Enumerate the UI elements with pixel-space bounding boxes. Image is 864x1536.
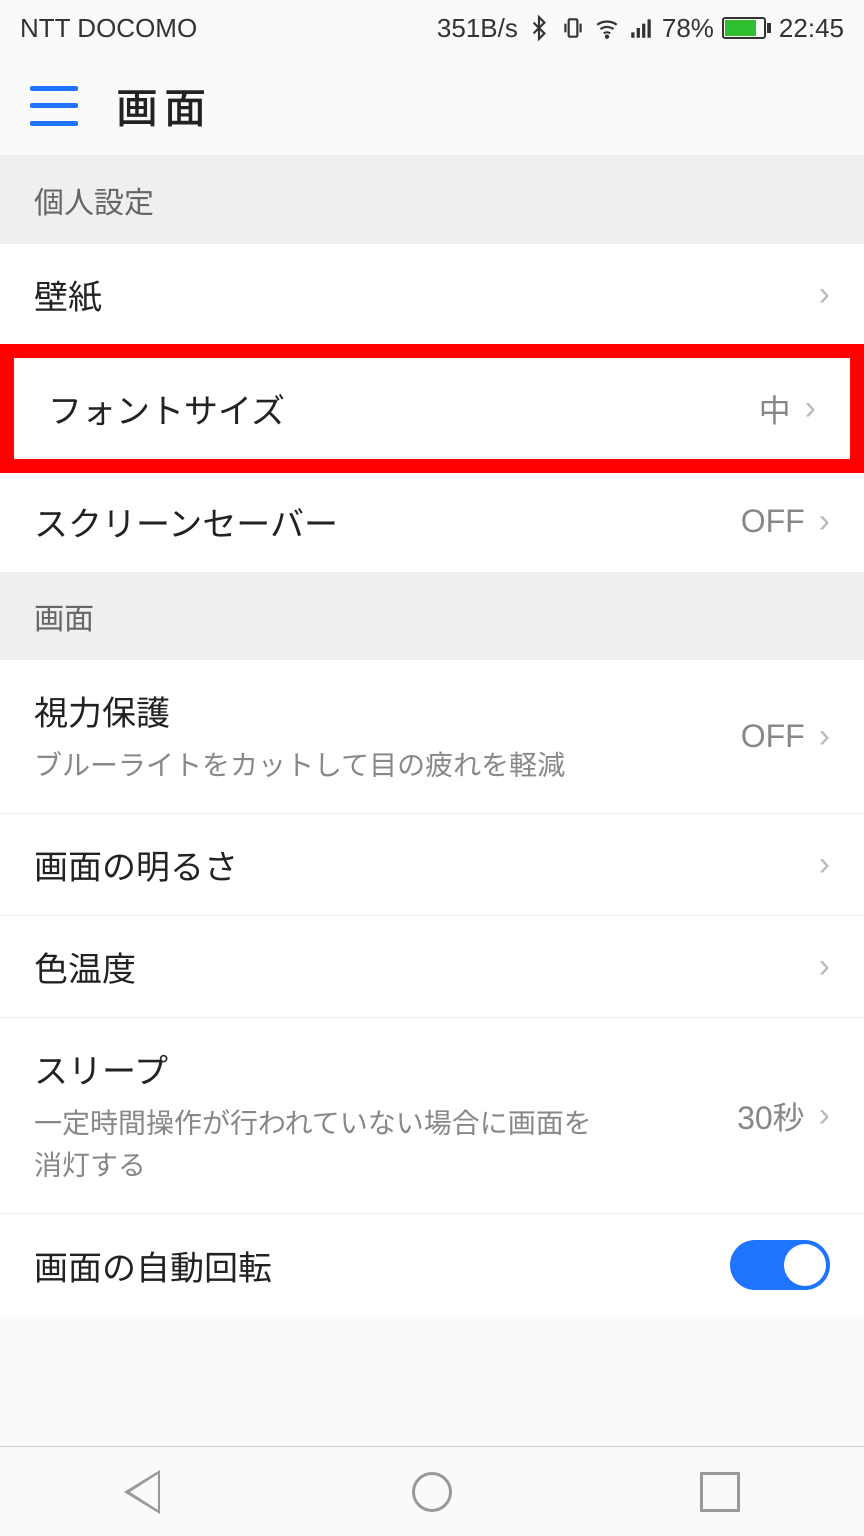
row-title: スクリーンセーバー (34, 497, 741, 546)
list-personal: 壁紙 › フォントサイズ 中 › スクリーンセーバー OFF › (0, 244, 864, 572)
row-value: OFF (741, 503, 805, 540)
section-header-personal: 個人設定 (0, 156, 864, 244)
row-title: フォントサイズ (48, 384, 759, 433)
signal-icon (628, 15, 654, 41)
row-color-temp[interactable]: 色温度 › (0, 916, 864, 1018)
row-fontsize[interactable]: フォントサイズ 中 › (14, 358, 850, 459)
status-right: 351B/s 78% 22:45 (437, 13, 844, 44)
wifi-icon (594, 15, 620, 41)
carrier-label: NTT DOCOMO (20, 13, 197, 44)
bluetooth-icon (526, 15, 552, 41)
row-title: スリープ (34, 1044, 737, 1093)
row-title: 視力保護 (34, 686, 741, 735)
data-rate: 351B/s (437, 13, 518, 44)
clock: 22:45 (779, 13, 844, 44)
row-value: 中 (759, 386, 791, 432)
row-value: OFF (741, 718, 805, 755)
nav-recent-button[interactable] (700, 1472, 740, 1512)
chevron-right-icon: › (819, 1096, 830, 1135)
row-screensaver[interactable]: スクリーンセーバー OFF › (0, 471, 864, 572)
row-brightness[interactable]: 画面の明るさ › (0, 814, 864, 916)
chevron-right-icon: › (819, 845, 830, 884)
chevron-right-icon: › (819, 275, 830, 314)
row-title: 色温度 (34, 942, 805, 991)
row-eye-comfort[interactable]: 視力保護 ブルーライトをカットして目の疲れを軽減 OFF › (0, 660, 864, 814)
nav-back-button[interactable] (124, 1470, 164, 1514)
row-sub: ブルーライトをカットして目の疲れを軽減 (34, 745, 741, 787)
section-header-display: 画面 (0, 572, 864, 660)
page-title: 画面 (116, 75, 212, 136)
chevron-right-icon: › (819, 947, 830, 986)
app-header: 画面 (0, 56, 864, 156)
highlight-fontsize: フォントサイズ 中 › (0, 344, 864, 473)
chevron-right-icon: › (819, 717, 830, 756)
toggle-auto-rotate[interactable] (730, 1240, 830, 1290)
row-auto-rotate[interactable]: 画面の自動回転 (0, 1214, 864, 1316)
row-title: 壁紙 (34, 270, 805, 319)
row-sub: 一定時間操作が行われていない場合に画面を消灯する (34, 1103, 594, 1187)
vibrate-icon (560, 15, 586, 41)
chevron-right-icon: › (805, 389, 816, 428)
battery-icon (722, 17, 771, 39)
nav-home-button[interactable] (412, 1472, 452, 1512)
battery-pct: 78% (662, 13, 714, 44)
status-bar: NTT DOCOMO 351B/s 78% 22:45 (0, 0, 864, 56)
row-title: 画面の明るさ (34, 840, 805, 889)
row-wallpaper[interactable]: 壁紙 › (0, 244, 864, 346)
row-value: 30秒 (737, 1093, 805, 1139)
list-display: 視力保護 ブルーライトをカットして目の疲れを軽減 OFF › 画面の明るさ › … (0, 660, 864, 1316)
row-title: 画面の自動回転 (34, 1241, 730, 1290)
navigation-bar (0, 1446, 864, 1536)
row-sleep[interactable]: スリープ 一定時間操作が行われていない場合に画面を消灯する 30秒 › (0, 1018, 864, 1214)
chevron-right-icon: › (819, 502, 830, 541)
menu-icon[interactable] (30, 86, 78, 126)
